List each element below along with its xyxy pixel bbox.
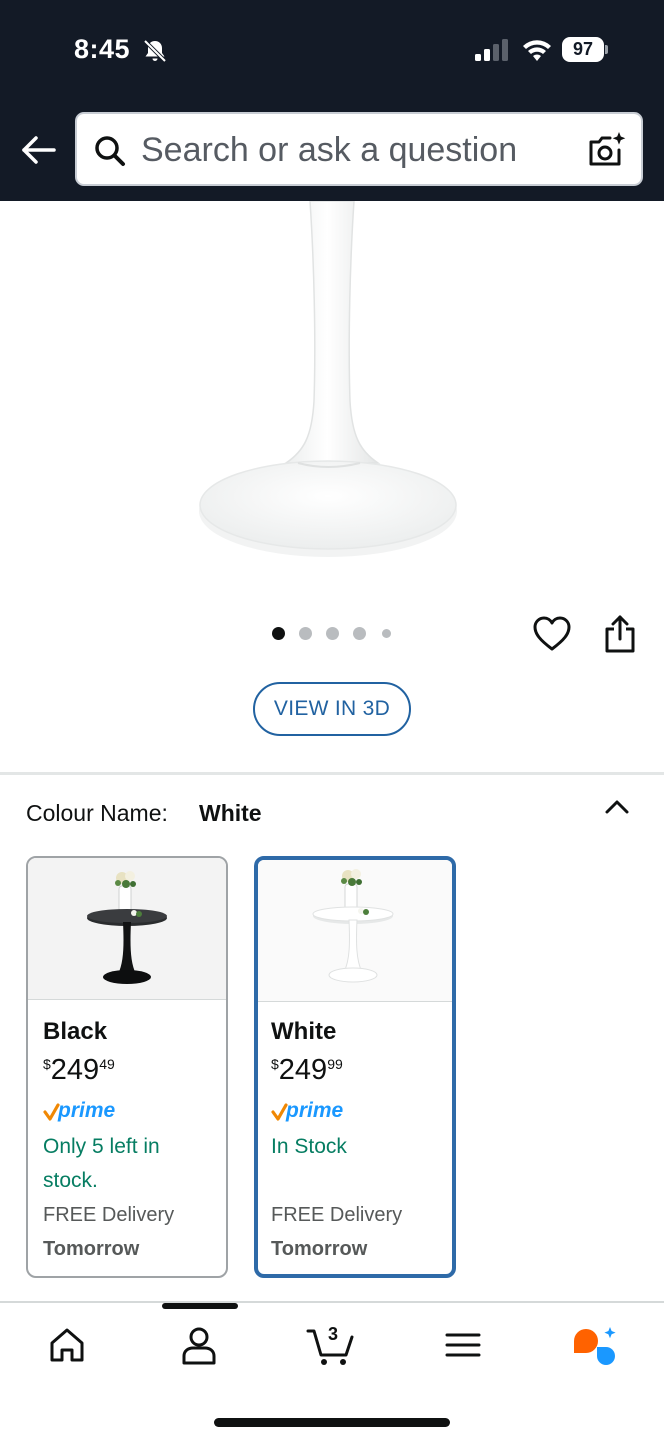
camera-search-icon[interactable]: [587, 130, 627, 170]
account-icon[interactable]: [177, 1323, 221, 1367]
price-currency: $: [271, 1056, 279, 1072]
menu-icon[interactable]: [441, 1323, 485, 1367]
chevron-up-icon[interactable]: [603, 796, 631, 818]
heart-icon[interactable]: [533, 616, 571, 652]
stock-status: In Stock: [271, 1135, 347, 1158]
colour-option-black[interactable]: Black $24949 prime Only 5 left in stock.…: [26, 856, 228, 1278]
price-whole: 249: [278, 1054, 328, 1086]
swatch-thumbnail: [28, 858, 226, 1000]
back-arrow-icon[interactable]: [18, 130, 58, 170]
carousel-dot[interactable]: [299, 627, 312, 640]
app-header: 8:45 97: [0, 0, 664, 201]
delivery-info: FREE Delivery: [271, 1204, 403, 1226]
swatch-name: White: [271, 1018, 337, 1045]
battery-level: 97: [562, 37, 604, 62]
price-whole: 249: [50, 1054, 100, 1086]
black-table-thumbnail: [87, 871, 167, 984]
image-carousel-dots[interactable]: [270, 626, 400, 642]
colour-option-white[interactable]: White $24999 prime In Stock FREE Deliver…: [254, 856, 456, 1278]
white-table-thumbnail: [312, 869, 394, 983]
active-tab-indicator: [162, 1303, 238, 1309]
colour-selected-value: White: [199, 800, 262, 826]
status-time: 8:45: [74, 34, 131, 64]
view-in-3d-button[interactable]: VIEW IN 3D: [253, 682, 411, 736]
swatch-name: Black: [43, 1018, 108, 1045]
carousel-dot[interactable]: [326, 627, 339, 640]
share-icon[interactable]: [603, 614, 637, 654]
prime-badge: prime: [43, 1099, 116, 1122]
section-divider: [0, 772, 664, 775]
bell-off-icon: [143, 39, 167, 63]
cart-count: 3: [328, 1324, 338, 1344]
swatch-thumbnail: [258, 860, 452, 1002]
prime-text: prime: [57, 1099, 116, 1122]
colour-name-label: Colour Name:: [26, 800, 168, 826]
home-icon[interactable]: [45, 1323, 89, 1367]
delivery-day: Tomorrow: [43, 1238, 140, 1260]
product-image[interactable]: [0, 201, 664, 601]
cellular-signal-icon: [475, 39, 508, 61]
search-input[interactable]: [141, 128, 561, 172]
home-indicator-bar[interactable]: [214, 1418, 450, 1427]
battery-tip: [605, 45, 608, 54]
rufus-assistant-icon[interactable]: [570, 1323, 618, 1367]
search-icon: [95, 136, 125, 166]
swatch-price: $24949: [43, 1054, 115, 1088]
delivery-info: FREE Delivery: [43, 1204, 175, 1226]
stock-status: Only 5 left in stock.: [43, 1135, 160, 1192]
price-currency: $: [43, 1056, 51, 1072]
prime-text: prime: [285, 1099, 344, 1122]
battery-indicator: 97: [562, 37, 608, 63]
price-fraction: 49: [99, 1056, 115, 1072]
bottom-navigation: 3: [0, 1301, 664, 1440]
carousel-dot-active[interactable]: [272, 627, 285, 640]
price-fraction: 99: [327, 1056, 343, 1072]
cart-icon[interactable]: 3: [306, 1323, 358, 1367]
carousel-dot[interactable]: [382, 629, 391, 638]
carousel-dot[interactable]: [353, 627, 366, 640]
delivery-day: Tomorrow: [271, 1238, 368, 1260]
swatch-price: $24999: [271, 1054, 343, 1088]
prime-badge: prime: [271, 1099, 344, 1122]
search-bar[interactable]: [75, 112, 643, 186]
wifi-icon: [523, 40, 551, 61]
